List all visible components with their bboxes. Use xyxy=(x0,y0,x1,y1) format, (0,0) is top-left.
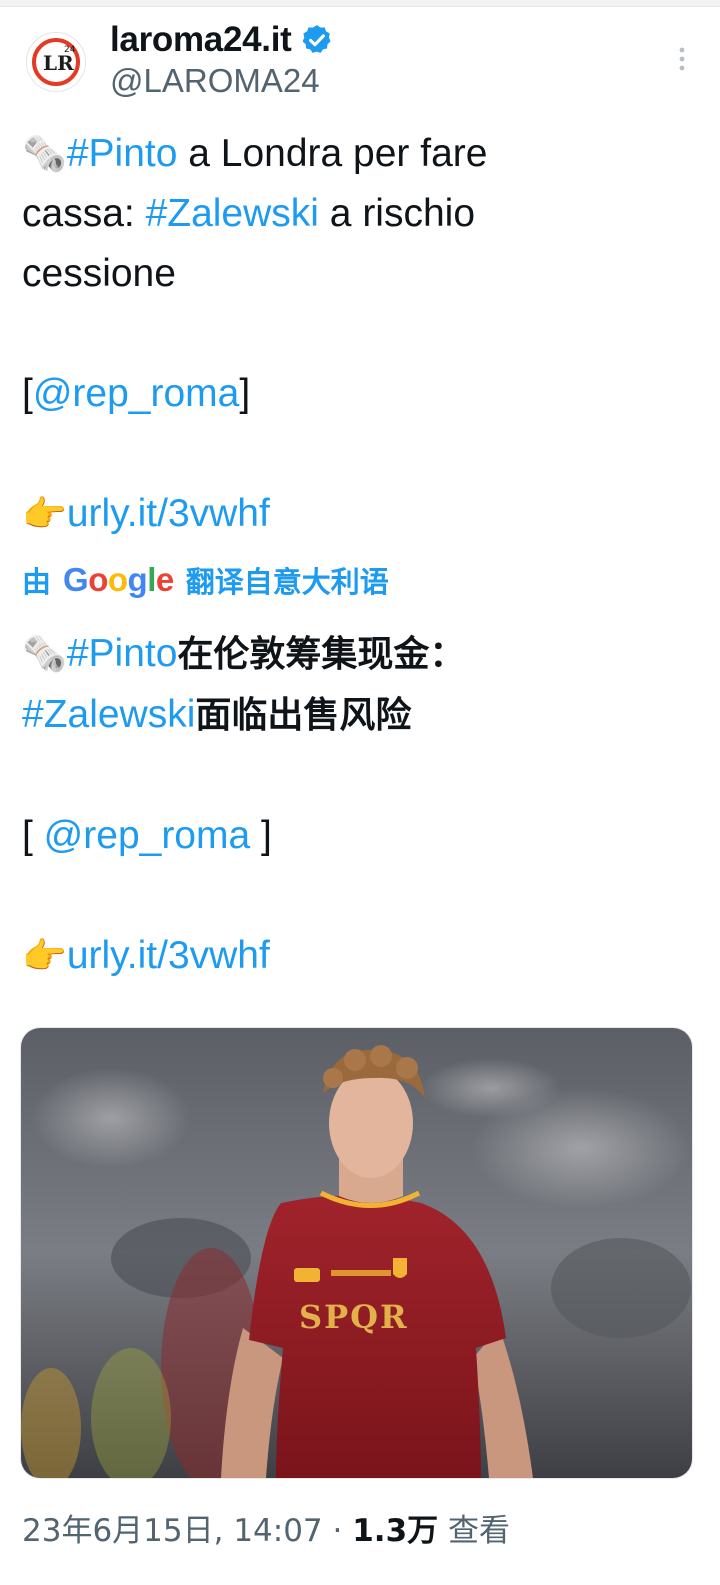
tweet-line-2: cassa: #Zalewski a rischio xyxy=(22,184,702,244)
translated-line-1: 🗞️#Pinto在伦敦筹集现金： xyxy=(22,624,702,685)
translation-attribution[interactable]: 由 Google 翻译自意大利语 xyxy=(22,558,389,602)
translation-prefix: 由 xyxy=(22,565,52,599)
translated-link-line: 👉urly.it/3vwhf xyxy=(22,926,702,986)
bracket-close: ] xyxy=(239,372,251,415)
views-count: 1.3万 xyxy=(352,1513,439,1549)
tweet-text-segment: a Londra per fare xyxy=(177,132,488,175)
bracket-open: [ xyxy=(22,814,44,857)
translated-segment: 面临出售风险 xyxy=(195,695,412,736)
pointing-hand-icon: 👉 xyxy=(22,935,67,976)
bracket-close: ] xyxy=(250,814,272,857)
hashtag-zalewski[interactable]: #Zalewski xyxy=(146,192,319,235)
top-divider xyxy=(0,0,720,7)
views-label: 查看 xyxy=(438,1513,511,1549)
more-vertical-icon[interactable] xyxy=(672,44,692,74)
hashtag-pinto[interactable]: #Pinto xyxy=(67,632,178,675)
translated-source-line: [ @rep_roma ] xyxy=(22,806,702,866)
translation-action: 翻译自意大利语 xyxy=(185,565,389,599)
tweet-text-segment: cassa: xyxy=(22,192,146,235)
hashtag-zalewski[interactable]: #Zalewski xyxy=(22,693,195,736)
newspaper-icon: 🗞️ xyxy=(22,633,67,674)
tweet-text: 🗞️#Pinto a Londra per fare cassa: #Zalew… xyxy=(22,124,702,544)
tweet-meta: 23年6月15日, 14:07 · 1.3万 查看 xyxy=(22,1505,510,1550)
tweet-link[interactable]: urly.it/3vwhf xyxy=(67,934,270,977)
link-line: 👉urly.it/3vwhf xyxy=(22,484,702,544)
tweet-link[interactable]: urly.it/3vwhf xyxy=(67,492,270,535)
translated-text: 🗞️#Pinto在伦敦筹集现金： #Zalewski面临出售风险 [ @rep_… xyxy=(22,624,702,986)
tweet-header: LR 24 laroma24.it @LAROMA24 xyxy=(20,14,700,106)
verified-badge-icon xyxy=(300,23,334,57)
timestamp[interactable]: 23年6月15日, 14:07 · xyxy=(22,1513,352,1549)
avatar[interactable]: LR 24 xyxy=(26,32,86,92)
bracket-open: [ xyxy=(22,372,33,415)
tweet-photo[interactable]: SPQR xyxy=(20,1027,693,1479)
mention-rep-roma[interactable]: @rep_roma xyxy=(33,372,240,415)
name-row: laroma24.it xyxy=(110,18,334,62)
account-handle[interactable]: @LAROMA24 xyxy=(110,62,320,100)
tweet-line-1: 🗞️#Pinto a Londra per fare xyxy=(22,124,702,184)
mention-rep-roma[interactable]: @rep_roma xyxy=(44,814,251,857)
translated-line-2: #Zalewski面临出售风险 xyxy=(22,685,702,746)
google-logo: Google xyxy=(63,561,174,598)
pointing-hand-icon: 👉 xyxy=(22,493,67,534)
hashtag-pinto[interactable]: #Pinto xyxy=(67,132,178,175)
translated-segment: 在伦敦筹集现金： xyxy=(177,634,466,675)
source-line: [@rep_roma] xyxy=(22,364,702,424)
tweet-line-3: cessione xyxy=(22,252,176,295)
jersey-sponsor-text: SPQR xyxy=(299,1298,409,1336)
tweet-text-segment: a rischio xyxy=(318,192,476,235)
newspaper-icon: 🗞️ xyxy=(22,133,67,174)
display-name[interactable]: laroma24.it xyxy=(110,20,292,60)
avatar-logo-badge: 24 xyxy=(64,45,76,55)
